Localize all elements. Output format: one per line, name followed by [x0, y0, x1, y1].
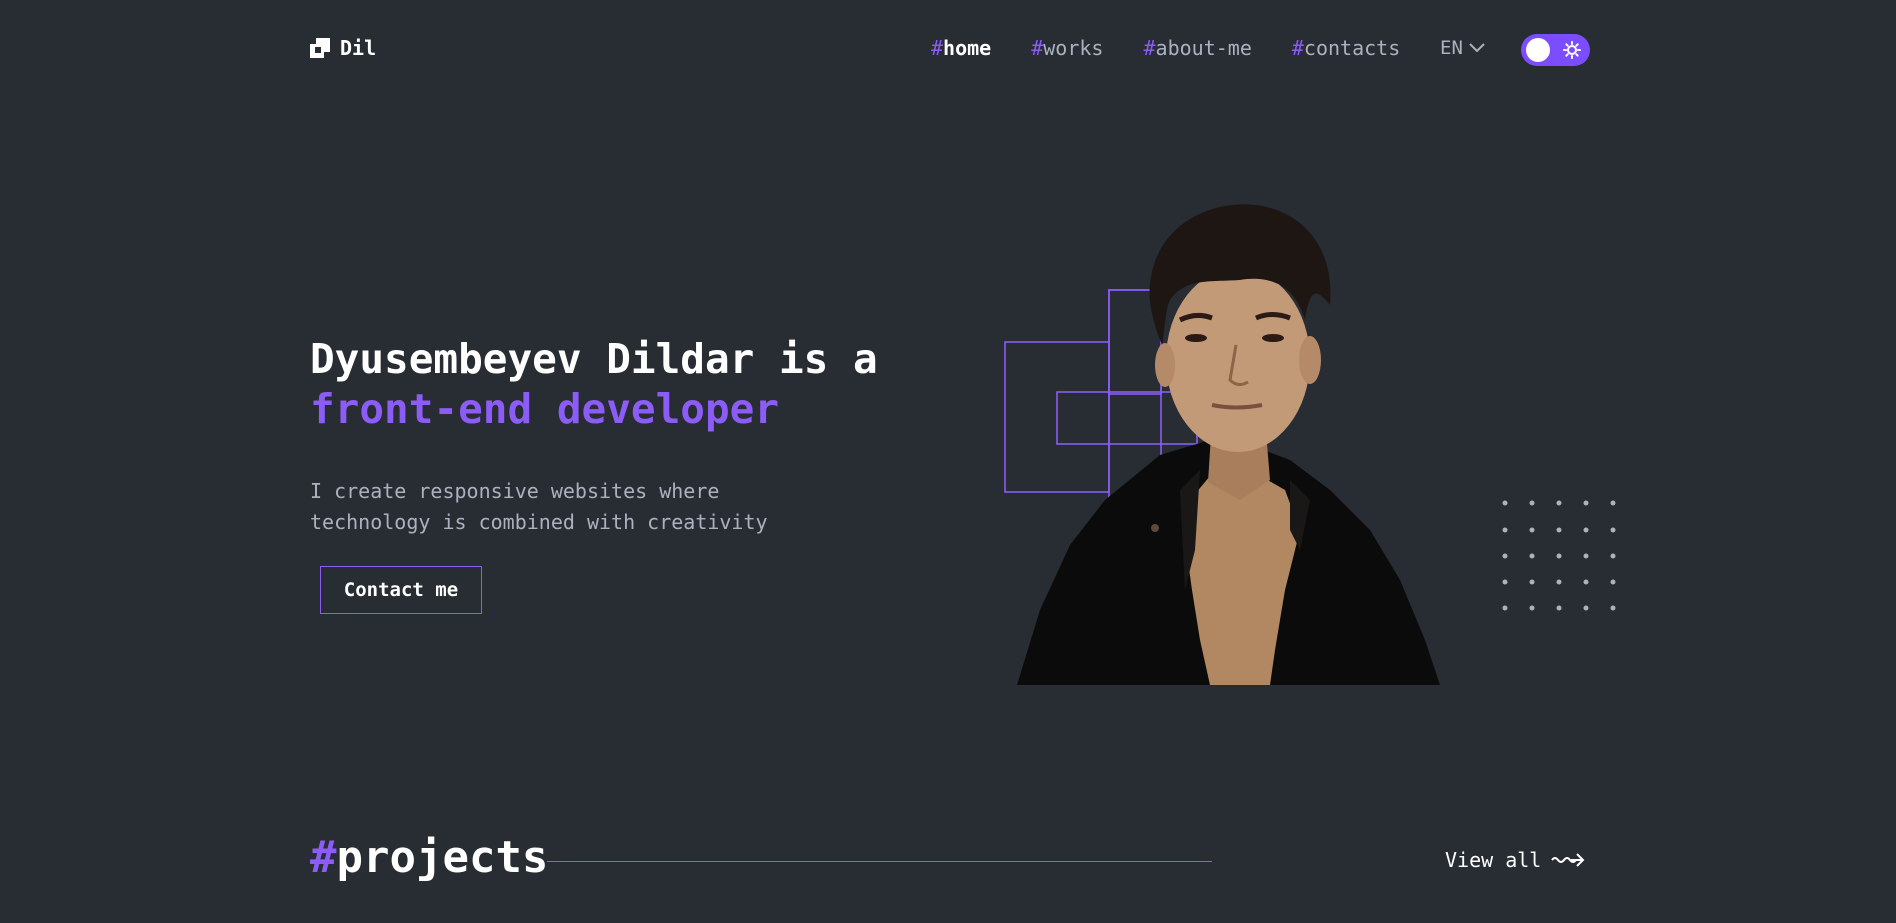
nav-item-works[interactable]: #works: [1031, 36, 1103, 60]
section-divider: [547, 861, 1212, 862]
nav-item-contacts[interactable]: #contacts: [1292, 36, 1400, 60]
projects-title-text: projects: [336, 832, 549, 883]
projects-section-title: #projects: [310, 832, 548, 883]
chevron-down-icon: [1469, 43, 1485, 53]
logo-icon: [310, 38, 330, 58]
nav-hash: #: [1291, 36, 1304, 60]
nav-hash: #: [931, 36, 944, 60]
nav-item-about-me[interactable]: #about-me: [1143, 36, 1251, 60]
contact-me-button[interactable]: Contact me: [320, 566, 482, 614]
hero-illustration: [1004, 204, 1616, 685]
logo-text: Dil: [340, 36, 377, 60]
hero-title-line1: Dyusembeyev Dildar is a: [310, 335, 878, 383]
nav-hash: #: [1031, 36, 1044, 60]
language-label: EN: [1440, 37, 1463, 59]
view-all-label: View all: [1445, 848, 1542, 872]
portfolio-page: Dil #home #works #about-me #contacts EN: [0, 0, 1896, 923]
arrow-right-icon: [1551, 848, 1585, 872]
hero-description: I create responsive websites where techn…: [310, 479, 768, 534]
projects-hash: #: [310, 832, 337, 883]
hero-title: Dyusembeyev Dildar is a front-end develo…: [310, 334, 878, 434]
main-nav: #home #works #about-me #contacts: [931, 36, 1400, 60]
view-all-link[interactable]: View all: [1445, 848, 1585, 872]
toggle-knob: [1526, 38, 1550, 62]
nav-label: contacts: [1303, 36, 1401, 60]
nav-label: about-me: [1155, 36, 1252, 60]
language-selector[interactable]: EN: [1440, 37, 1485, 59]
sun-icon: [1563, 41, 1581, 63]
hero-title-role: front-end developer: [310, 385, 779, 433]
logo[interactable]: Dil: [310, 36, 376, 60]
theme-toggle[interactable]: [1521, 34, 1590, 66]
hero-visual: [1000, 170, 1640, 690]
nav-item-home[interactable]: #home: [931, 36, 991, 60]
nav-label: home: [943, 36, 992, 60]
nav-hash: #: [1143, 36, 1156, 60]
nav-label: works: [1043, 36, 1104, 60]
decorative-dots: [1502, 500, 1616, 611]
